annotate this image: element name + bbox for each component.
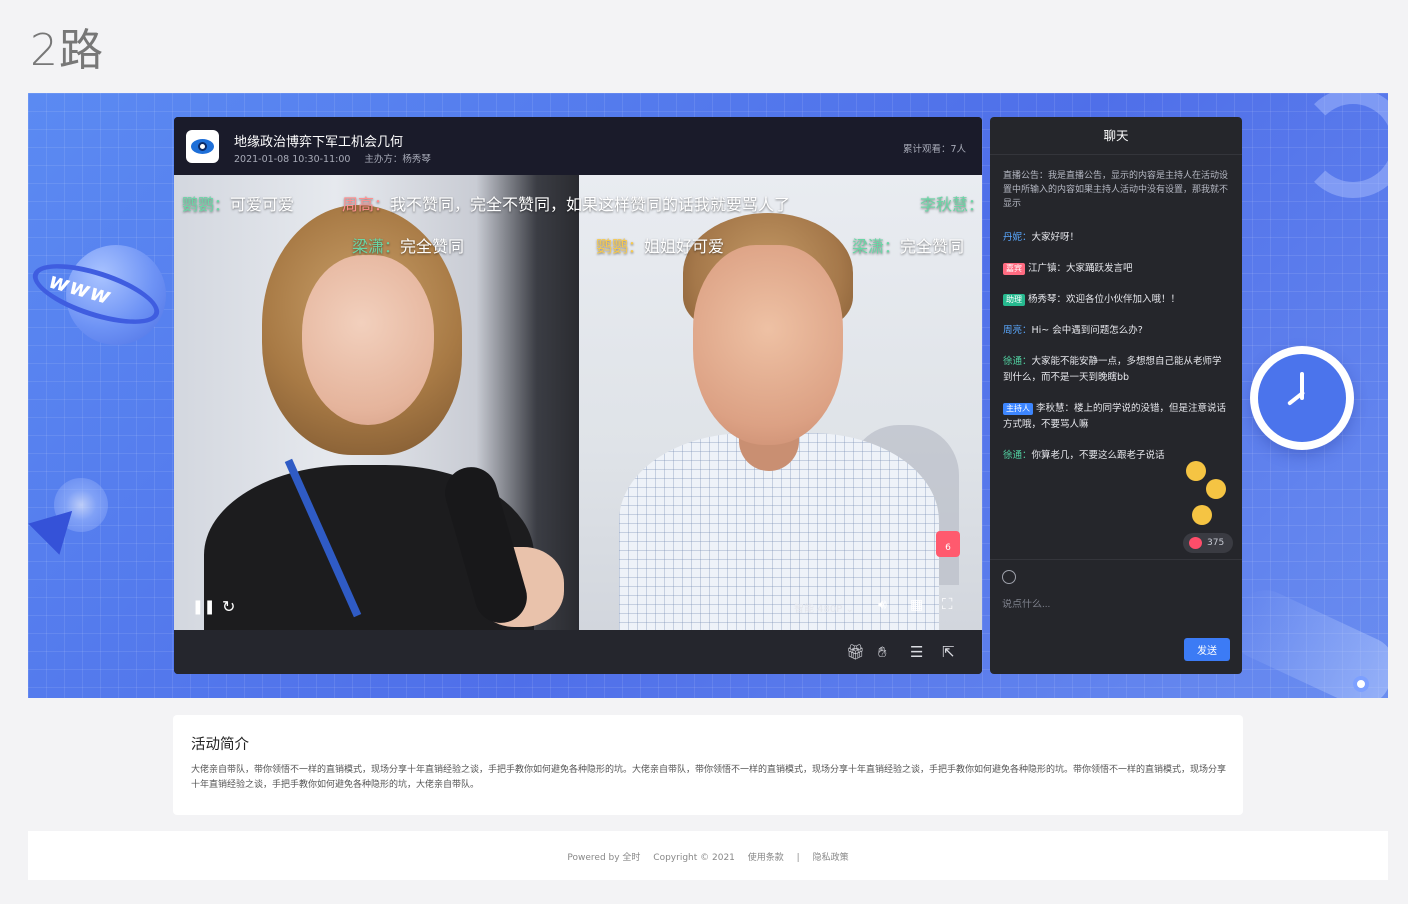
danmaku-item: 梁潇：完全赞同 bbox=[352, 237, 465, 256]
share-icon[interactable]: ⇱ bbox=[942, 643, 955, 661]
assistant-tag: 助理 bbox=[1003, 294, 1025, 306]
danmaku-item: 李秋慧： bbox=[920, 195, 982, 214]
intro-text: 大佬亲自带队，带你领悟不一样的直销模式，现场分享十年直销经验之谈，手把手教你如何… bbox=[191, 765, 1227, 790]
clock-icon bbox=[1250, 346, 1354, 450]
live-stage: www 地缘政治博弈下军工机会几何 2021-01-08 10:30-11:00… bbox=[28, 93, 1388, 698]
pause-icon[interactable]: ❚❚ bbox=[192, 599, 215, 615]
quality-selector[interactable]: 智能 480P ⌄ bbox=[794, 600, 854, 615]
video-area[interactable]: 鹦鹦：可爱可爱 周高：我不赞同，完全不赞同，如果这样赞同的话我就要骂人了 李秋慧… bbox=[174, 175, 982, 630]
danmaku-item: 周高：我不赞同，完全不赞同，如果这样赞同的话我就要骂人了 bbox=[342, 195, 791, 214]
danmaku-item: 梁潇：完全赞同 bbox=[852, 237, 965, 256]
like-counter[interactable]: 375 bbox=[1183, 533, 1233, 553]
chat-message: 周亮：Hi~ 会中遇到问题怎么办? bbox=[1003, 325, 1143, 336]
chat-panel: 聊天 直播公告：我是直播公告，显示的内容是主持人在活动设置中所输入的内容如果主持… bbox=[990, 117, 1242, 674]
copyright: Copyright © 2021 bbox=[653, 853, 735, 863]
grin-emoji-icon bbox=[1206, 479, 1226, 499]
video-player: 地缘政治博弈下军工机会几何 2021-01-08 10:30-11:00 主办方：… bbox=[174, 117, 982, 674]
footer-separator: | bbox=[796, 853, 800, 863]
host-tag: 主持人 bbox=[1003, 403, 1033, 415]
live-gift-badge[interactable]: 6 bbox=[936, 531, 960, 557]
guest-tag: 嘉宾 bbox=[1003, 263, 1025, 275]
privacy-link[interactable]: 隐私政策 bbox=[813, 853, 849, 863]
chat-notice: 直播公告：我是直播公告，显示的内容是主持人在活动设置中所输入的内容如果主持人活动… bbox=[1003, 171, 1229, 209]
chat-title: 聊天 bbox=[990, 117, 1242, 155]
ring-decoration bbox=[1298, 93, 1388, 198]
page-label: 2路 bbox=[30, 25, 104, 76]
event-meta: 2021-01-08 10:30-11:00 主办方：杨秀琴 bbox=[234, 151, 431, 165]
chat-input[interactable] bbox=[1002, 599, 1228, 610]
page-footer: Powered by 全时 Copyright © 2021 使用条款 | 隐私… bbox=[28, 831, 1388, 880]
intro-title: 活动简介 bbox=[191, 737, 249, 753]
eye-icon bbox=[191, 139, 214, 154]
chat-message: 丹妮：大家好呀！ bbox=[1003, 232, 1080, 243]
chat-message: 嘉宾 江广镇：大家踊跃发言吧 bbox=[1003, 261, 1233, 277]
dot-decoration bbox=[1353, 676, 1369, 692]
powered-by: Powered by 全时 bbox=[567, 853, 641, 863]
laugh-emoji-icon bbox=[1186, 461, 1206, 481]
chat-message: 助理 杨秀琴：欢迎各位小伙伴加入哦！！ bbox=[1003, 292, 1233, 308]
send-button[interactable]: 发送 bbox=[1184, 638, 1230, 661]
view-count: 累计观看：7人 bbox=[902, 144, 966, 155]
danmaku-item: 鹦鹦：姐姐好可爱 bbox=[596, 237, 725, 256]
player-header: 地缘政治博弈下军工机会几何 2021-01-08 10:30-11:00 主办方：… bbox=[174, 117, 982, 175]
chat-message: 主持人 李秋慧：楼上的同学说的没错，但是注意说话方式哦，不要骂人嘛 bbox=[1003, 403, 1227, 430]
event-time: 2021-01-08 10:30-11:00 bbox=[234, 154, 351, 165]
emoji-picker-icon[interactable] bbox=[1002, 570, 1016, 584]
player-toolbar: 🎁︎ ✋︎ ☰ ⇱ bbox=[174, 630, 982, 674]
event-host: 主办方：杨秀琴 bbox=[364, 154, 431, 165]
refresh-icon[interactable]: ↻ bbox=[222, 597, 235, 616]
event-logo bbox=[186, 130, 219, 163]
settings-list-icon[interactable]: ☰ bbox=[910, 643, 923, 661]
gift-icon[interactable]: 🎁︎ bbox=[846, 643, 865, 661]
chat-message: 徐通：大家能不能安静一点，多想想自己能从老师学到什么，而不是一天到晚瞎bb bbox=[1003, 356, 1222, 383]
event-title: 地缘政治博弈下军工机会几何 bbox=[234, 135, 404, 150]
terms-link[interactable]: 使用条款 bbox=[748, 853, 784, 863]
raise-hand-icon[interactable]: ✋︎ bbox=[878, 643, 887, 661]
chevron-down-icon: ⌄ bbox=[845, 604, 854, 615]
volume-icon[interactable]: 🔊︎ bbox=[878, 597, 887, 613]
fullscreen-icon[interactable]: ⛶ bbox=[942, 595, 953, 613]
heart-icon bbox=[1189, 537, 1202, 549]
yawn-emoji-icon bbox=[1192, 505, 1212, 525]
danmaku-toggle-icon[interactable]: ▦ bbox=[910, 597, 923, 613]
danmaku-item: 鹦鹦：可爱可爱 bbox=[182, 195, 295, 214]
activity-intro-card: 活动简介 大佬亲自带队，带你领悟不一样的直销模式，现场分享十年直销经验之谈，手把… bbox=[173, 715, 1243, 815]
